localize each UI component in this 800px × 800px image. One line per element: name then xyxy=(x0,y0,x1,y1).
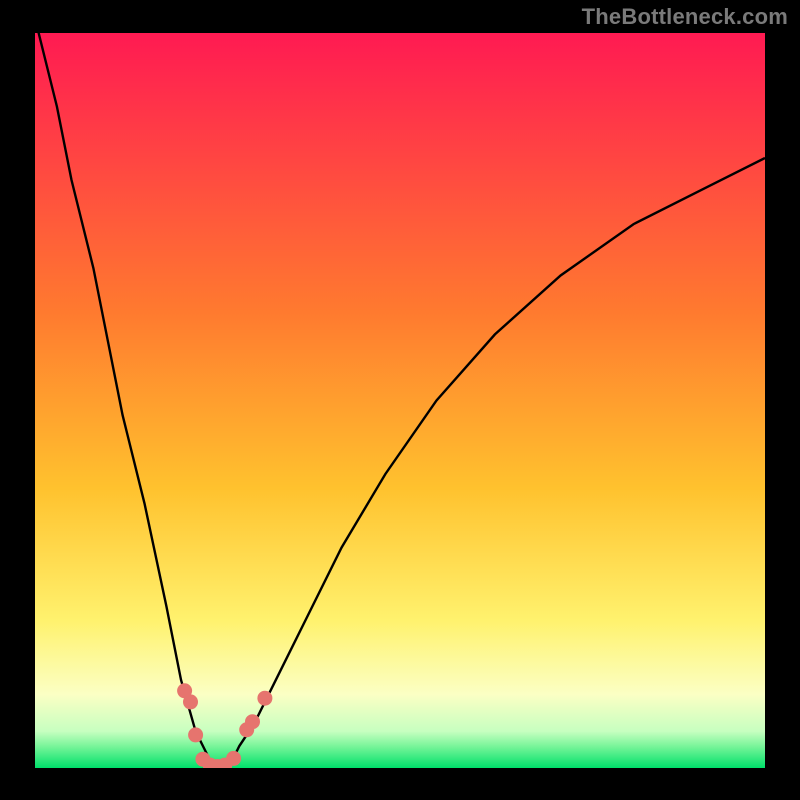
bottleneck-chart xyxy=(0,0,800,800)
data-point-marker xyxy=(257,691,272,706)
data-point-marker xyxy=(188,727,203,742)
attribution-text: TheBottleneck.com xyxy=(582,4,788,30)
chart-stage: TheBottleneck.com xyxy=(0,0,800,800)
data-point-marker xyxy=(245,714,260,729)
gradient-background xyxy=(35,33,765,768)
data-point-marker xyxy=(226,751,241,766)
data-point-marker xyxy=(183,694,198,709)
